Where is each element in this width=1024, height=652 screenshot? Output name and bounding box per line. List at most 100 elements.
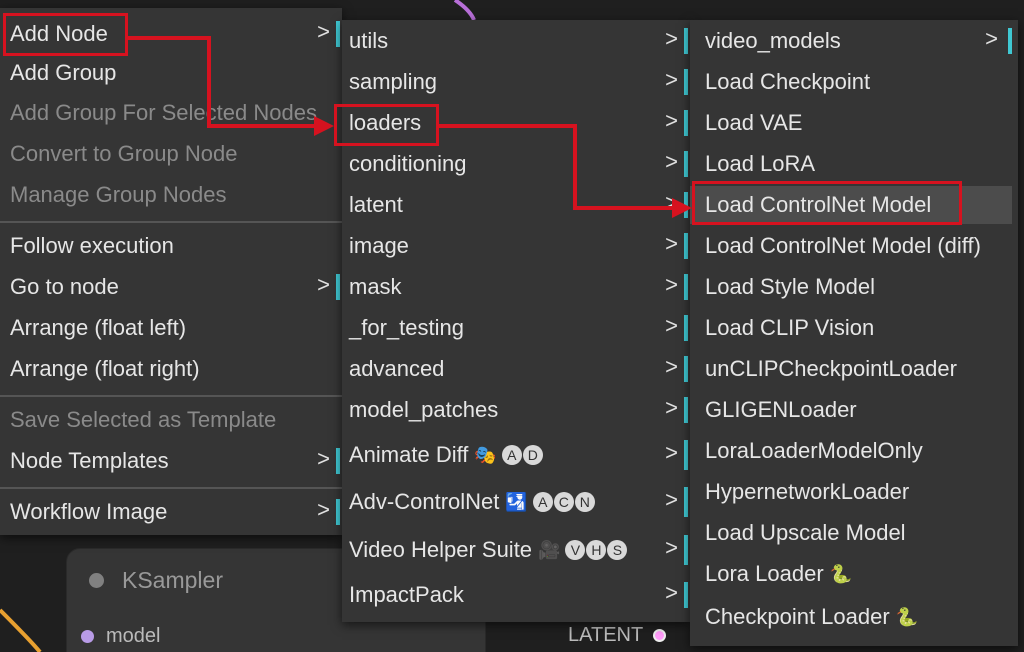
category-mask[interactable]: mask >: [342, 268, 690, 306]
node-hypernetwork-loader[interactable]: HypernetworkLoader: [690, 473, 1018, 511]
badge-letter: D: [522, 445, 543, 465]
node-load-controlnet-model[interactable]: Load ControlNet Model: [690, 186, 1012, 224]
menu-item-label: Lora Loader: [705, 561, 824, 586]
node-gligen-loader[interactable]: GLIGENLoader: [690, 391, 1018, 429]
chevron-right-icon: >: [665, 271, 678, 297]
menu-item-label: image: [349, 233, 409, 258]
chevron-right-icon: >: [665, 534, 678, 560]
category-model-patches[interactable]: model_patches >: [342, 391, 690, 429]
category-video-helper-suite[interactable]: Video Helper Suite 🎥 V H S >: [342, 529, 690, 571]
category-advanced[interactable]: advanced >: [342, 350, 690, 388]
category-conditioning[interactable]: conditioning >: [342, 145, 690, 183]
node-load-lora[interactable]: Load LoRA: [690, 145, 1018, 183]
menu-item-label: Load ControlNet Model: [705, 192, 932, 217]
menu-item-label: _for_testing: [349, 315, 464, 340]
menu-item-label: utils: [349, 28, 389, 53]
menu-item-node-templates[interactable]: Node Templates >: [0, 442, 342, 480]
node-unclip-checkpoint-loader[interactable]: unCLIPCheckpointLoader: [690, 350, 1018, 388]
submenu-indicator: [684, 28, 688, 54]
chevron-right-icon: >: [665, 312, 678, 338]
submenu-indicator: [684, 233, 688, 259]
menu-item-manage-group-nodes: Manage Group Nodes: [0, 176, 342, 214]
category-for-testing[interactable]: _for_testing >: [342, 309, 690, 347]
category-sampling[interactable]: sampling >: [342, 63, 690, 101]
node-output-latent[interactable]: LATENT: [568, 624, 678, 647]
category-loaders[interactable]: loaders >: [342, 104, 690, 142]
output-label: LATENT: [568, 624, 644, 646]
menu-item-label: Add Node: [10, 21, 108, 46]
chevron-right-icon: >: [985, 25, 998, 51]
node-load-style-model[interactable]: Load Style Model: [690, 268, 1018, 306]
menu-item-label: Follow execution: [10, 233, 174, 258]
menu-item-label: ImpactPack: [349, 582, 464, 607]
node-lora-loader-model-only[interactable]: LoraLoaderModelOnly: [690, 432, 1018, 470]
menu-item-label: conditioning: [349, 151, 467, 176]
menu-item-follow-execution[interactable]: Follow execution: [0, 227, 342, 265]
node-load-controlnet-model-diff[interactable]: Load ControlNet Model (diff): [690, 227, 1018, 265]
chevron-right-icon: >: [665, 25, 678, 51]
submenu-indicator: [336, 274, 340, 300]
menu-item-arrange-left[interactable]: Arrange (float left): [0, 309, 342, 347]
menu-item-label: unCLIPCheckpointLoader: [705, 356, 957, 381]
loaders-submenu: video_models > Load Checkpoint Load VAE …: [690, 20, 1018, 646]
node-collapse-dot[interactable]: [89, 572, 104, 588]
category-latent[interactable]: latent >: [342, 186, 690, 224]
snake-icon: 🐍: [829, 563, 853, 584]
node-video-models[interactable]: video_models >: [690, 22, 1018, 60]
chevron-right-icon: >: [665, 579, 678, 605]
menu-item-label: model_patches: [349, 397, 499, 422]
node-load-clip-vision[interactable]: Load CLIP Vision: [690, 309, 1018, 347]
node-input-model[interactable]: model: [81, 625, 160, 648]
chevron-right-icon: >: [317, 271, 330, 297]
node-load-checkpoint[interactable]: Load Checkpoint: [690, 63, 1018, 101]
chevron-right-icon: >: [317, 18, 330, 44]
menu-item-save-template: Save Selected as Template: [0, 401, 342, 439]
menu-item-label: Add Group For Selected Nodes: [10, 100, 317, 125]
menu-item-label: Checkpoint Loader: [705, 604, 890, 629]
menu-item-label: latent: [349, 192, 403, 217]
menu-item-label: advanced: [349, 356, 445, 381]
node-load-upscale-model[interactable]: Load Upscale Model: [690, 514, 1018, 552]
node-lora-loader-snake[interactable]: Lora Loader 🐍: [690, 555, 1018, 593]
menu-separator: [0, 221, 342, 223]
badge-letter: S: [607, 540, 628, 560]
category-animate-diff[interactable]: Animate Diff 🎭 A D >: [342, 434, 690, 476]
menu-item-label: Workflow Image: [10, 499, 168, 524]
menu-item-arrange-right[interactable]: Arrange (float right): [0, 350, 342, 388]
input-label: model: [106, 625, 161, 647]
submenu-indicator: [684, 192, 688, 218]
menu-item-label: sampling: [349, 69, 438, 94]
menu-item-go-to-node[interactable]: Go to node >: [0, 268, 342, 306]
node-load-vae[interactable]: Load VAE: [690, 104, 1018, 142]
menu-item-label: Adv-ControlNet: [349, 489, 500, 514]
category-adv-controlnet[interactable]: Adv-ControlNet 🛂 A C N >: [342, 481, 690, 523]
category-impact-pack[interactable]: ImpactPack >: [342, 576, 690, 614]
menu-item-label: Arrange (float left): [10, 315, 187, 340]
menu-item-workflow-image[interactable]: Workflow Image >: [0, 493, 342, 531]
film-camera-icon: 🎥: [538, 539, 561, 560]
menu-item-label: Video Helper Suite: [349, 537, 533, 562]
chevron-right-icon: >: [665, 107, 678, 133]
category-image[interactable]: image >: [342, 227, 690, 265]
category-utils[interactable]: utils >: [342, 22, 690, 60]
input-slot-dot[interactable]: [81, 630, 94, 643]
chevron-right-icon: >: [317, 445, 330, 471]
menu-separator: [0, 487, 342, 489]
submenu-indicator: [684, 315, 688, 341]
node-checkpoint-loader-snake[interactable]: Checkpoint Loader 🐍: [690, 598, 1018, 636]
menu-item-label: GLIGENLoader: [705, 397, 857, 422]
menu-item-add-node[interactable]: Add Node >: [0, 15, 342, 53]
submenu-indicator: [684, 440, 688, 470]
menu-item-label: Manage Group Nodes: [10, 182, 227, 207]
menu-item-add-group[interactable]: Add Group: [0, 54, 342, 92]
menu-item-label: Load CLIP Vision: [705, 315, 875, 340]
menu-separator: [0, 395, 342, 397]
menu-item-label: video_models: [705, 28, 841, 53]
output-slot-dot[interactable]: [653, 629, 667, 642]
menu-item-label: mask: [349, 274, 402, 299]
chevron-right-icon: >: [665, 486, 678, 512]
menu-item-label: Load LoRA: [705, 151, 816, 176]
menu-item-label: Load ControlNet Model (diff): [705, 233, 981, 258]
submenu-indicator: [684, 397, 688, 423]
submenu-indicator: [1008, 28, 1012, 54]
